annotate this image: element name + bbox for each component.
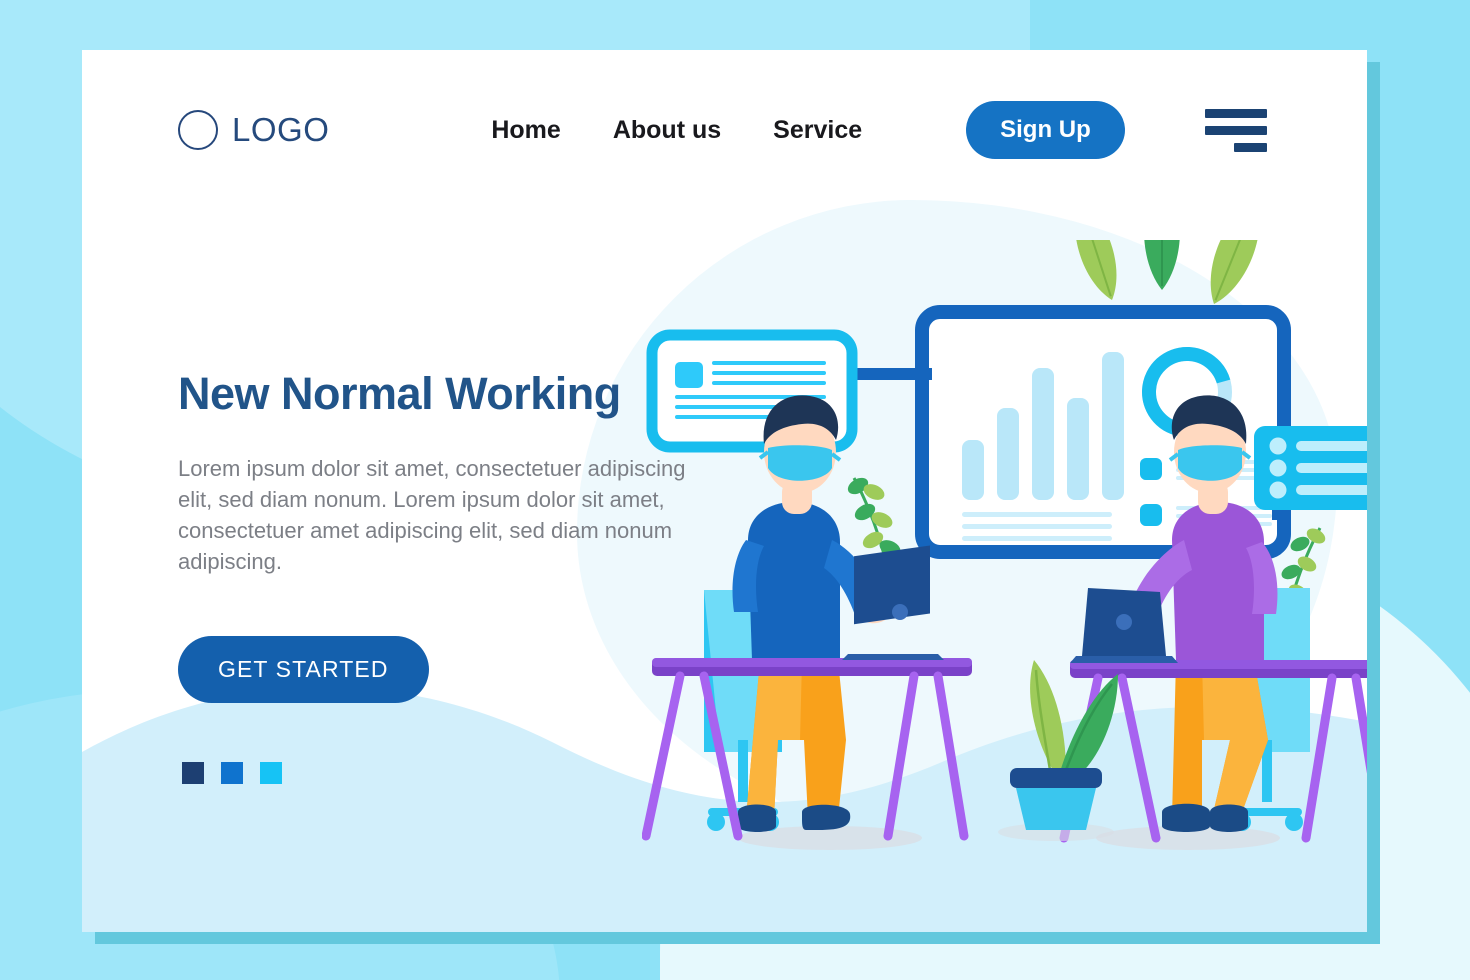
carousel-dot-2[interactable]: [221, 762, 243, 784]
circle-bullet-icon: [1269, 481, 1287, 499]
circle-bullet-icon: [1269, 459, 1287, 477]
circle-logo-icon: [178, 110, 218, 150]
circle-bullet-icon: [1269, 437, 1287, 455]
nav-link-home[interactable]: Home: [491, 116, 560, 145]
list-card: [1254, 426, 1367, 510]
carousel-dot-3[interactable]: [260, 762, 282, 784]
nav-link-about-us[interactable]: About us: [613, 116, 721, 145]
new-normal-working-illustration: [642, 240, 1367, 900]
hero-description: Lorem ipsum dolor sit amet, consectetuer…: [178, 455, 686, 575]
get-started-button[interactable]: GET STARTED: [178, 635, 429, 703]
nav-links: Home About us Service Sign Up: [491, 101, 1125, 159]
page-title: New Normal Working: [178, 368, 621, 419]
dashboard-text-lines: [962, 512, 1112, 541]
carousel-dot-1[interactable]: [182, 762, 204, 784]
hamburger-menu-icon[interactable]: [1205, 108, 1267, 152]
hero-section: New Normal Working Lorem ipsum dolor sit…: [178, 368, 698, 703]
landing-page-card: LOGO Home About us Service Sign Up New N…: [82, 50, 1367, 932]
top-navigation-bar: LOGO Home About us Service Sign Up: [82, 50, 1367, 210]
hamburger-bar-1: [1205, 108, 1267, 118]
hamburger-bar-2: [1205, 125, 1267, 135]
brand-logo[interactable]: LOGO: [178, 110, 329, 150]
leaf-cluster-top: [1074, 240, 1260, 304]
carousel-dots: [182, 762, 282, 784]
sign-up-button[interactable]: Sign Up: [966, 101, 1125, 159]
hamburger-bar-3: [1234, 142, 1267, 152]
brand-name: LOGO: [232, 111, 330, 148]
nav-link-service[interactable]: Service: [773, 116, 862, 145]
